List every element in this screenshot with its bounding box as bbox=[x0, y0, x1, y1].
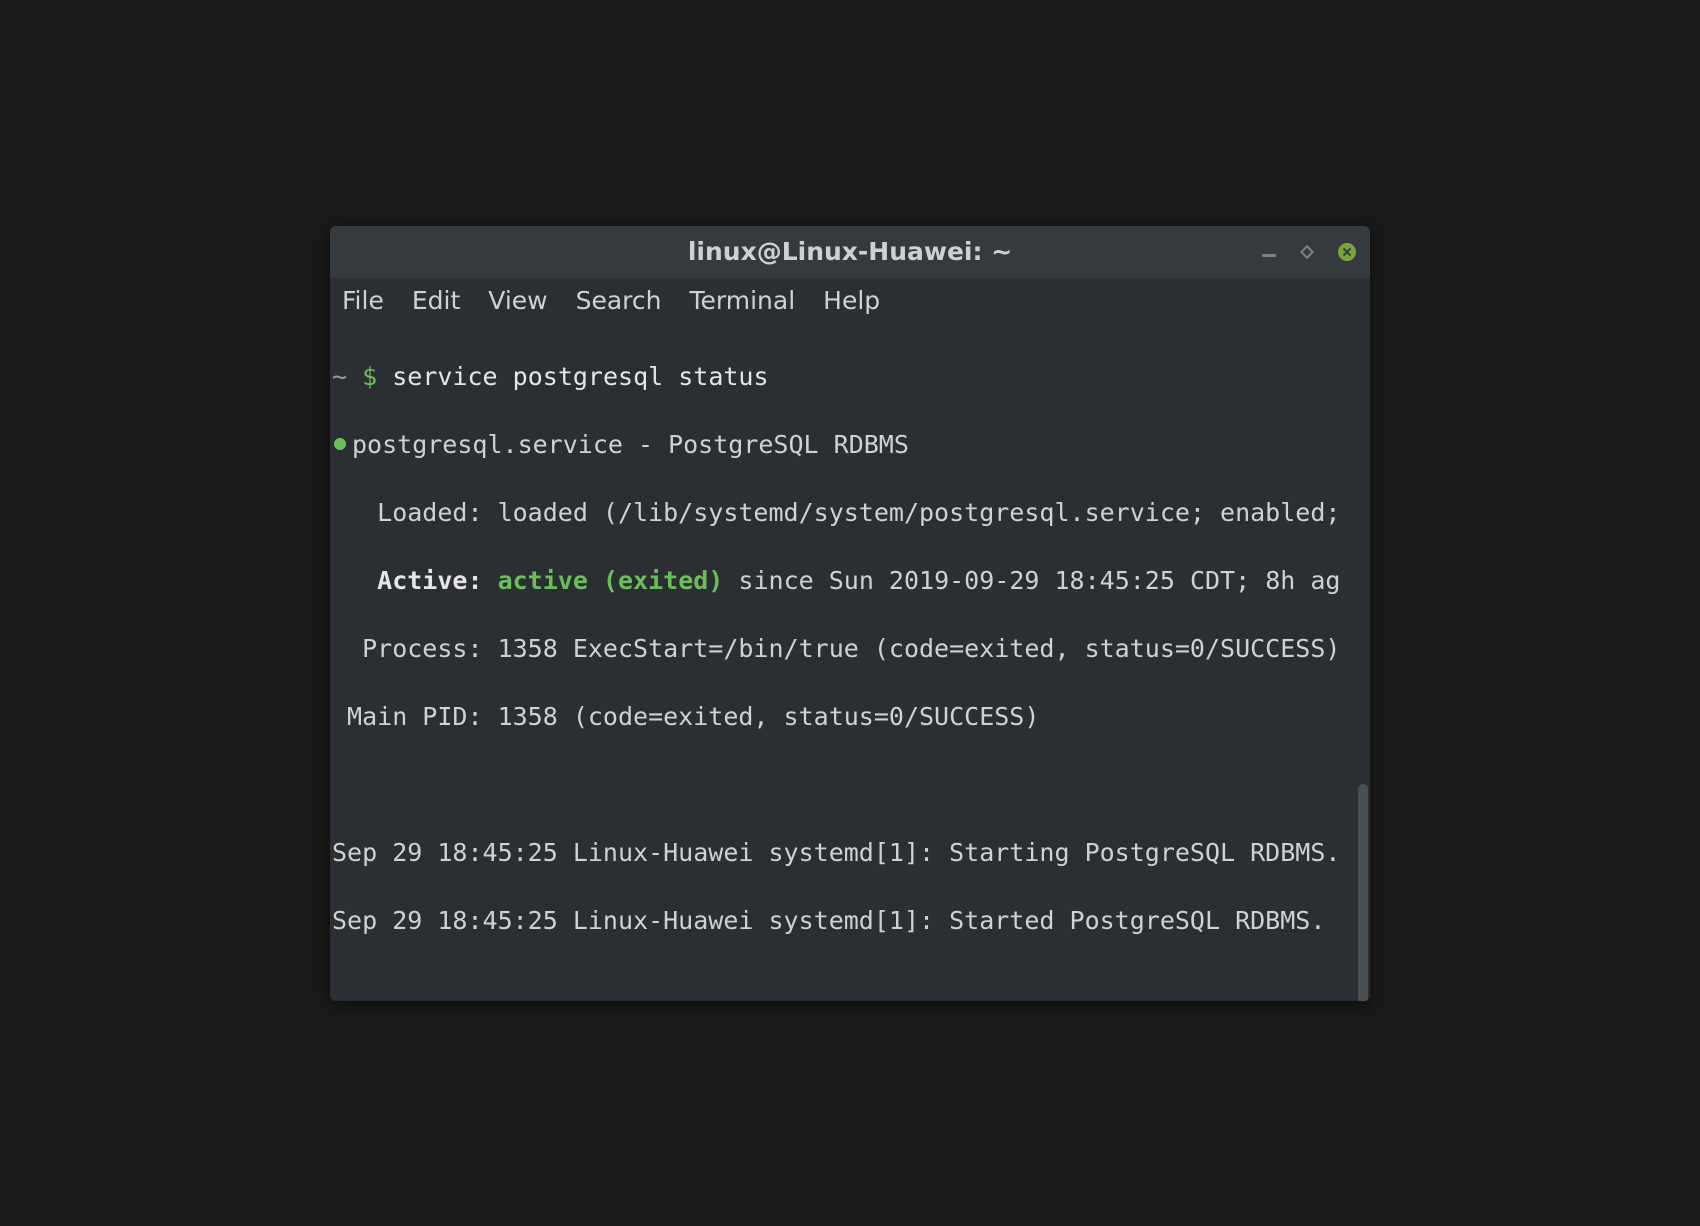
titlebar[interactable]: linux@Linux-Huawei: ~ bbox=[330, 226, 1370, 278]
menu-file[interactable]: File bbox=[342, 286, 384, 315]
active-label: Active: bbox=[332, 566, 498, 595]
minimize-icon[interactable] bbox=[1262, 254, 1276, 257]
menu-bar: File Edit View Search Terminal Help bbox=[330, 278, 1370, 324]
close-icon[interactable] bbox=[1338, 243, 1356, 261]
active-value: active (exited) bbox=[498, 566, 724, 595]
status-dot-icon bbox=[334, 438, 346, 450]
terminal-window: linux@Linux-Huawei: ~ File Edit View Sea… bbox=[330, 226, 1370, 1001]
command-line: service postgresql status bbox=[392, 362, 768, 391]
process-line: Process: 1358 ExecStart=/bin/true (code=… bbox=[330, 632, 1370, 666]
service-name: postgresql.service - PostgreSQL RDBMS bbox=[352, 430, 909, 459]
window-controls bbox=[1262, 226, 1356, 278]
menu-help[interactable]: Help bbox=[823, 286, 880, 315]
prompt-symbol: $ bbox=[362, 362, 377, 391]
maximize-icon[interactable] bbox=[1300, 244, 1314, 258]
scrollbar[interactable] bbox=[1358, 784, 1368, 1001]
log-line: Sep 29 18:45:25 Linux-Huawei systemd[1]:… bbox=[330, 904, 1370, 938]
window-title: linux@Linux-Huawei: ~ bbox=[688, 237, 1012, 266]
active-suffix: since Sun 2019-09-29 18:45:25 CDT; 8h ag bbox=[723, 566, 1340, 595]
prompt-path: ~ bbox=[332, 362, 347, 391]
log-line: Sep 29 18:45:25 Linux-Huawei systemd[1]:… bbox=[330, 836, 1370, 870]
mainpid-line: Main PID: 1358 (code=exited, status=0/SU… bbox=[330, 700, 1370, 734]
menu-search[interactable]: Search bbox=[576, 286, 662, 315]
menu-view[interactable]: View bbox=[488, 286, 547, 315]
loaded-line: Loaded: loaded (/lib/systemd/system/post… bbox=[330, 496, 1370, 530]
menu-edit[interactable]: Edit bbox=[412, 286, 460, 315]
terminal-body[interactable]: ~ $ service postgresql status postgresql… bbox=[330, 324, 1370, 1001]
menu-terminal[interactable]: Terminal bbox=[689, 286, 795, 315]
